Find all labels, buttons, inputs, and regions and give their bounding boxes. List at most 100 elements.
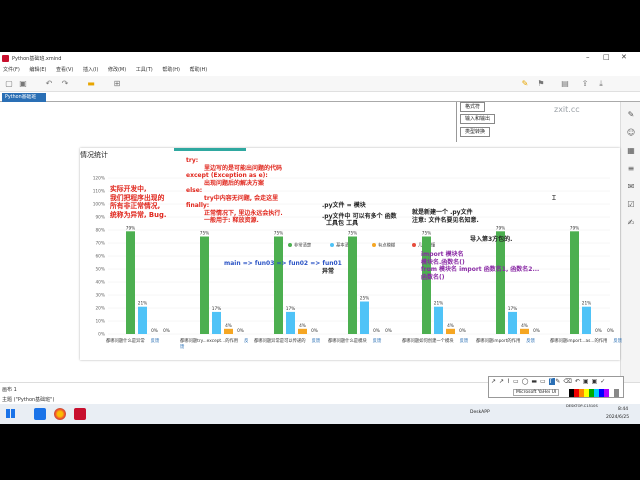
comment-panel-icon[interactable]: ✍ [626, 218, 636, 228]
menu-modify[interactable]: 修改(M) [108, 67, 126, 73]
data-label: 4% [225, 323, 232, 329]
menu-help[interactable]: 帮助(H) [162, 67, 180, 73]
data-label: 4% [521, 323, 528, 329]
icon-panel-icon[interactable]: ☺ [626, 128, 636, 138]
menu-insert[interactable]: 插入(I) [83, 67, 98, 73]
minimize-button[interactable]: – [586, 53, 590, 61]
clock-time: 8:44 [618, 407, 629, 412]
menu-edit[interactable]: 编辑(E) [29, 67, 46, 73]
note-line: try: [186, 157, 199, 164]
export-icon[interactable]: ⤓ [596, 79, 606, 89]
bar [434, 306, 443, 334]
note-line: finally: [186, 202, 210, 209]
new-icon[interactable]: ▢ [4, 79, 14, 89]
xmind-icon[interactable] [74, 408, 86, 420]
note-line: .py文件中 可以有多个 函数 [322, 212, 397, 220]
data-label: 21% [582, 301, 592, 307]
node-io[interactable]: 输入和输出 [460, 114, 496, 124]
desk-app[interactable]: DeskAPP [470, 410, 490, 415]
tab-python[interactable]: Python基础班 [2, 93, 46, 102]
feedback-link[interactable]: 反馈 [613, 339, 622, 344]
windows-icon[interactable] [6, 409, 15, 418]
data-label: 17% [508, 306, 518, 312]
save-icon[interactable]: ▣ [18, 79, 28, 89]
note-line: 注意: 文件名要见名知意. [412, 216, 479, 224]
menu-tools[interactable]: 工具(T) [136, 67, 153, 73]
note-import-syntax: import 模块名 模块名.函数名() from 模块名 import 函数名… [421, 251, 539, 281]
data-label: 0% [237, 328, 244, 334]
bar [212, 311, 221, 334]
note-line: 一般用于: 释放资源. [204, 217, 259, 224]
maximize-button[interactable]: □ [603, 53, 610, 61]
bar [200, 236, 209, 334]
feedback-link[interactable]: 反馈 [460, 339, 469, 344]
y-tick-label: 20% [95, 306, 105, 312]
feedback-link[interactable]: 反馈 [526, 339, 535, 344]
legend-label: 非常清楚 [294, 242, 312, 249]
format-icon[interactable]: ▤ [560, 79, 570, 89]
feedback-link[interactable]: 反馈 [151, 339, 160, 344]
data-label: 0% [595, 328, 602, 334]
node-convert[interactable]: 类型转换 [460, 127, 491, 137]
close-button[interactable]: ✕ [621, 53, 627, 61]
data-label: 79% [496, 225, 506, 231]
screen: Python基础班.xmind – □ ✕ 文件(F) 编辑(E) 查看(V) … [0, 52, 640, 424]
data-label: 4% [447, 323, 454, 329]
note-line: 里边写的是可能出问题的代码 [204, 164, 283, 172]
explorer-icon[interactable] [34, 408, 46, 420]
note-line: 正常情况下, 里边永远会执行. [204, 209, 283, 217]
menu-help-2[interactable]: 帮助(H) [190, 67, 208, 73]
redo-icon[interactable]: ↷ [60, 79, 70, 89]
menu-bar: 文件(F) 编辑(E) 查看(V) 插入(I) 修改(M) 工具(T) 帮助(H… [0, 66, 640, 76]
host-name: DESKTOP-C1510S [566, 404, 598, 408]
data-label: 0% [459, 328, 466, 334]
y-tick-label: 120% [93, 176, 105, 182]
feedback-link[interactable]: 反馈 [312, 339, 321, 344]
feedback-link[interactable]: 反馈 [373, 339, 382, 344]
note-line: import 模块名 [421, 251, 464, 258]
data-label: 0% [607, 328, 614, 334]
edge-icon[interactable] [54, 408, 66, 420]
note-line: else: [186, 187, 203, 194]
marker-icon[interactable]: ⚑ [536, 79, 546, 89]
legend-swatch [288, 243, 292, 247]
canvas-label: 画布 1 [2, 387, 17, 393]
topic-label: 主题 ("Python基础班") [2, 397, 55, 403]
legend-swatch [412, 243, 416, 247]
undo-icon[interactable]: ↶ [44, 79, 54, 89]
notes-panel-icon[interactable]: ✉ [626, 182, 636, 192]
folder-icon[interactable]: ▬ [86, 79, 96, 89]
ime-font[interactable]: Microsoft YaHei UI [513, 389, 560, 396]
task-panel-icon[interactable]: ☑ [626, 200, 636, 210]
menu-file[interactable]: 文件(F) [3, 67, 20, 73]
outline-panel-icon[interactable]: ≡ [626, 164, 636, 174]
note-line: 所有非正常情况, [110, 202, 161, 210]
data-label: 79% [570, 225, 580, 231]
color-palette[interactable] [569, 389, 619, 397]
style-icon[interactable]: ✎ [520, 79, 530, 89]
insert-icon[interactable]: ⊞ [112, 79, 122, 89]
category-text: 都哪问题import...as...的作用 [550, 339, 608, 344]
draw-tools[interactable]: ↗↗⌇▭◯▬▭T✎⌫↶▣▣✓ [491, 378, 608, 385]
data-label: 17% [212, 306, 222, 312]
category-label: 都哪问题try...except...的作用 反馈 [180, 338, 252, 350]
taskbar: DeskAPP 8:44 2024/6/25 DESKTOP-C1510S [0, 404, 640, 424]
category-label: 都哪问题import的作用 反馈 [476, 338, 548, 344]
note-line: 就是新建一个 .py文件 [412, 209, 473, 216]
bar [446, 328, 455, 334]
format-panel-icon[interactable]: ✎ [626, 110, 636, 120]
y-tick-label: 80% [95, 228, 105, 234]
share-icon[interactable]: ⇪ [580, 79, 590, 89]
category-text: 都哪问题如何创建一个模块 [402, 339, 454, 344]
data-label: 75% [422, 231, 432, 237]
node-format[interactable]: 格式符 [460, 102, 486, 112]
y-tick-label: 100% [93, 202, 105, 208]
note-third-party: 导入第3方包的. [470, 236, 513, 243]
image-panel-icon[interactable]: ▦ [626, 146, 636, 156]
bar [520, 328, 529, 334]
window-title: Python基础班.xmind [12, 56, 62, 62]
note-line: 函数名() [421, 273, 445, 281]
legend-label: 有点模糊 [378, 242, 396, 249]
bar [570, 231, 579, 334]
menu-view[interactable]: 查看(V) [56, 67, 73, 73]
